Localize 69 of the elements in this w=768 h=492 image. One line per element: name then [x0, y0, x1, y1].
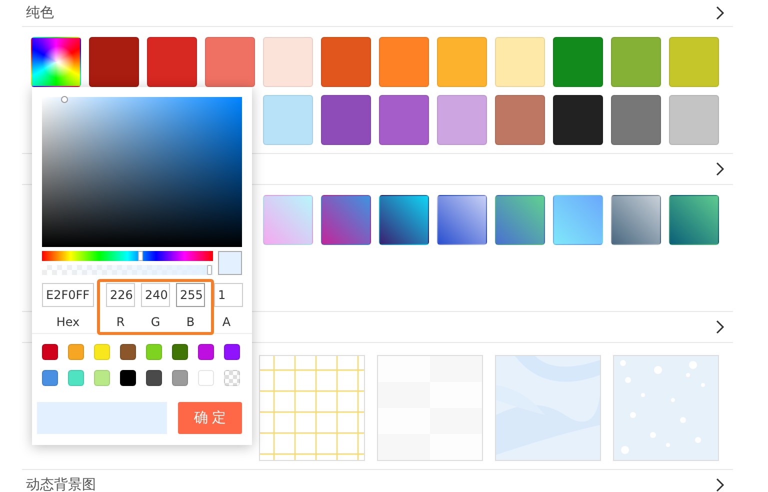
preset-color[interactable]: [224, 344, 240, 360]
color-swatch[interactable]: [147, 37, 197, 87]
field-label: Hex: [56, 315, 80, 329]
chevron-right-icon[interactable]: [715, 320, 725, 334]
input-field[interactable]: 240: [141, 283, 170, 307]
preset-color[interactable]: [68, 370, 84, 386]
color-swatch[interactable]: [263, 37, 313, 87]
color-swatch[interactable]: [379, 37, 429, 87]
section-title: 动态背景图: [26, 476, 96, 492]
input-field[interactable]: E2F0FF: [42, 283, 94, 307]
preset-color[interactable]: [172, 344, 188, 360]
color-swatch[interactable]: [611, 37, 661, 87]
color-swatch[interactable]: [553, 95, 603, 145]
field-label: B: [186, 315, 195, 329]
input-field[interactable]: 226: [106, 283, 135, 307]
preset-color[interactable]: [146, 370, 162, 386]
slider-thumb[interactable]: [138, 251, 144, 261]
gradient-swatch[interactable]: [553, 195, 603, 245]
texture-swatch[interactable]: [377, 355, 483, 461]
gradient-swatch[interactable]: [321, 195, 371, 245]
chevron-right-icon[interactable]: [715, 6, 725, 20]
preset-color[interactable]: [94, 344, 110, 360]
preset-color[interactable]: [172, 370, 188, 386]
color-swatch[interactable]: [553, 37, 603, 87]
color-swatch[interactable]: [379, 95, 429, 145]
input-field[interactable]: 1: [214, 283, 243, 307]
color-swatch[interactable]: [205, 37, 255, 87]
saturation-value-area[interactable]: [42, 97, 242, 247]
field-label: G: [150, 315, 160, 329]
color-swatch[interactable]: [321, 95, 371, 145]
preset-color[interactable]: [120, 344, 136, 360]
preset-color[interactable]: [120, 370, 136, 386]
alpha-slider[interactable]: [42, 265, 214, 275]
preset-color[interactable]: [42, 344, 58, 360]
color-swatch[interactable]: [321, 37, 371, 87]
transparent-preset[interactable]: [224, 370, 240, 386]
color-swatch[interactable]: [263, 95, 313, 145]
preset-color[interactable]: [42, 370, 58, 386]
color-swatch[interactable]: [495, 37, 545, 87]
slider-thumb[interactable]: [207, 265, 212, 275]
chevron-right-icon[interactable]: [715, 478, 725, 492]
preset-color[interactable]: [68, 344, 84, 360]
gradient-swatch[interactable]: [611, 195, 661, 245]
section-title: 纯色: [26, 4, 54, 22]
gradient-swatch[interactable]: [263, 195, 313, 245]
color-swatch[interactable]: [669, 95, 719, 145]
color-swatch[interactable]: [437, 95, 487, 145]
color-swatch[interactable]: [495, 95, 545, 145]
preset-color[interactable]: [198, 344, 214, 360]
field-label: A: [222, 315, 231, 329]
gradient-swatch[interactable]: [437, 195, 487, 245]
color-swatch[interactable]: [611, 95, 661, 145]
input-field[interactable]: 255: [176, 283, 205, 307]
field-label: R: [116, 315, 125, 329]
chevron-right-icon[interactable]: [715, 162, 725, 176]
preset-color[interactable]: [198, 370, 214, 386]
rainbow-swatch[interactable]: [31, 37, 81, 87]
picker-handle[interactable]: [61, 96, 68, 103]
hue-slider[interactable]: [42, 251, 214, 261]
preset-color[interactable]: [146, 344, 162, 360]
color-swatch[interactable]: [669, 37, 719, 87]
color-swatch[interactable]: [89, 37, 139, 87]
grid-texture-swatch[interactable]: [259, 355, 365, 461]
gradient-swatch[interactable]: [495, 195, 545, 245]
gradient-swatch[interactable]: [669, 195, 719, 245]
preset-color[interactable]: [94, 370, 110, 386]
color-swatch[interactable]: [437, 37, 487, 87]
snow-texture-swatch[interactable]: [613, 355, 719, 461]
gradient-swatch[interactable]: [379, 195, 429, 245]
